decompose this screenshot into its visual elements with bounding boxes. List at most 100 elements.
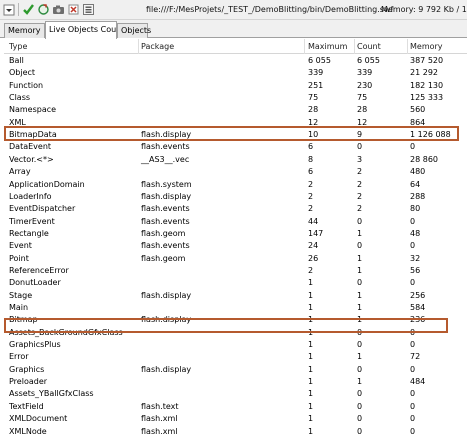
table-row[interactable]: EventDispatcher flash.events 2 2 80 — [4, 203, 467, 215]
cell-memory: 0 — [410, 340, 416, 350]
cell-memory: 0 — [410, 401, 416, 411]
cell-package: flash.display — [141, 290, 192, 300]
column-separator[interactable] — [138, 39, 139, 54]
cell-memory: 560 — [410, 105, 426, 115]
table-row[interactable]: Stage flash.display 1 1 256 — [4, 290, 467, 302]
cell-type: DonutLoader — [9, 278, 61, 288]
column-header-maximum[interactable]: Maximum — [308, 42, 347, 51]
table-row[interactable]: BitmapData flash.display 10 9 1 126 088 — [4, 129, 467, 141]
dropdown-icon[interactable] — [2, 3, 15, 16]
column-header-package[interactable]: Package — [141, 42, 174, 51]
cell-maximum: 75 — [308, 93, 319, 103]
cell-maximum: 1 — [308, 389, 314, 399]
cell-maximum: 2 — [308, 191, 314, 201]
camera-icon[interactable] — [52, 3, 65, 16]
table-row[interactable]: Assets_BackGroundGfxClass 1 0 0 — [4, 327, 467, 339]
cell-maximum: 44 — [308, 216, 319, 226]
cell-count: 2 — [357, 167, 363, 177]
cell-maximum: 1 — [308, 340, 314, 350]
cell-maximum: 1 — [308, 327, 314, 337]
cell-memory: 125 333 — [410, 93, 444, 103]
cell-count: 0 — [357, 327, 363, 337]
table-row[interactable]: XMLNode flash.xml 1 0 0 — [4, 426, 467, 438]
cell-memory: 480 — [410, 167, 426, 177]
tab-objects[interactable]: Objects — [117, 23, 151, 38]
table-row[interactable]: ReferenceError 2 1 56 — [4, 265, 467, 277]
cell-type: TextField — [9, 401, 44, 411]
cell-maximum: 8 — [308, 154, 314, 164]
cell-maximum: 6 055 — [308, 56, 331, 65]
table-row[interactable]: Preloader 1 1 484 — [4, 376, 467, 388]
tab-memory[interactable]: Memory — [4, 23, 45, 38]
cell-memory: 1 126 088 — [410, 130, 451, 140]
table-row[interactable]: Assets_YBallGfxClass 1 0 0 — [4, 388, 467, 400]
cell-memory: 484 — [410, 377, 426, 387]
cell-type: Array — [9, 167, 31, 177]
cell-type: Main — [9, 303, 29, 312]
cell-count: 0 — [357, 414, 363, 424]
green-check-icon[interactable] — [22, 3, 35, 16]
table-row[interactable]: Ball 6 055 6 055 387 520 — [4, 55, 467, 67]
cell-type: Point — [9, 253, 29, 263]
cell-count: 1 — [357, 265, 363, 275]
cell-type: BitmapData — [9, 130, 57, 140]
column-separator[interactable] — [407, 39, 408, 54]
cell-memory: 0 — [410, 142, 416, 152]
table-row[interactable]: Array 6 2 480 — [4, 166, 467, 178]
cell-memory: 28 860 — [410, 154, 438, 164]
column-header-type[interactable]: Type — [9, 42, 27, 51]
cell-maximum: 1 — [308, 426, 314, 436]
table-row[interactable]: Point flash.geom 26 1 32 — [4, 253, 467, 265]
table-row[interactable]: DonutLoader 1 0 0 — [4, 277, 467, 289]
table-row[interactable]: TextField flash.text 1 0 0 — [4, 401, 467, 413]
table-row[interactable]: Main 1 1 584 — [4, 302, 467, 314]
cell-memory: 288 — [410, 191, 426, 201]
table-row[interactable]: Rectangle flash.geom 147 1 48 — [4, 228, 467, 240]
cell-maximum: 1 — [308, 290, 314, 300]
table-row[interactable]: Bitmap flash.display 1 1 236 — [4, 314, 467, 326]
cell-memory: 256 — [410, 290, 426, 300]
table-row[interactable]: Graphics flash.display 1 0 0 — [4, 364, 467, 376]
table-row[interactable]: Function 251 230 182 130 — [4, 80, 467, 92]
clear-icon[interactable] — [67, 3, 80, 16]
table-row[interactable]: Event flash.events 24 0 0 — [4, 240, 467, 252]
table-row[interactable]: Class 75 75 125 333 — [4, 92, 467, 104]
cell-memory: 56 — [410, 265, 421, 275]
cell-type: Assets_YBallGfxClass — [9, 389, 94, 399]
cell-count: 75 — [357, 93, 368, 103]
column-header-count[interactable]: Count — [357, 42, 381, 51]
cell-memory: 21 292 — [410, 68, 438, 78]
table-row[interactable]: Object 339 339 21 292 — [4, 67, 467, 79]
cell-memory: 182 130 — [410, 80, 444, 90]
tab-live-objects-count[interactable]: Live Objects Count — [45, 21, 124, 39]
cell-package: flash.events — [141, 241, 190, 251]
table-row[interactable]: GraphicsPlus 1 0 0 — [4, 339, 467, 351]
table-row[interactable]: XML 12 12 864 — [4, 117, 467, 129]
table-row[interactable]: ApplicationDomain flash.system 2 2 64 — [4, 179, 467, 191]
table-row[interactable]: Namespace 28 28 560 — [4, 104, 467, 116]
column-separator[interactable] — [304, 39, 305, 54]
cell-count: 12 — [357, 117, 368, 127]
cell-count: 1 — [357, 303, 363, 312]
table-row[interactable]: TimerEvent flash.events 44 0 0 — [4, 216, 467, 228]
column-header-memory[interactable]: Memory — [410, 42, 443, 51]
table-row[interactable]: LoaderInfo flash.display 2 2 288 — [4, 191, 467, 203]
table-row[interactable]: XMLDocument flash.xml 1 0 0 — [4, 413, 467, 425]
table-row[interactable]: DataEvent flash.events 6 0 0 — [4, 141, 467, 153]
table-row[interactable]: Vector.<*> __AS3__.vec 8 3 28 860 — [4, 154, 467, 166]
cell-maximum: 251 — [308, 80, 324, 90]
cell-type: Vector.<*> — [9, 154, 54, 164]
cell-memory: 80 — [410, 204, 421, 214]
live-objects-table: Type Package Maximum Count Memory Ball 6 … — [4, 39, 467, 447]
cell-type: Bitmap — [9, 315, 38, 325]
cell-type: Graphics — [9, 364, 45, 374]
table-row[interactable]: Error 1 1 72 — [4, 351, 467, 363]
cell-maximum: 12 — [308, 117, 319, 127]
refresh-icon[interactable] — [37, 3, 50, 16]
cell-count: 0 — [357, 340, 363, 350]
options-icon[interactable] — [82, 3, 95, 16]
cell-type: ApplicationDomain — [9, 179, 85, 189]
cell-maximum: 1 — [308, 401, 314, 411]
column-separator[interactable] — [354, 39, 355, 54]
cell-package: flash.display — [141, 130, 192, 140]
